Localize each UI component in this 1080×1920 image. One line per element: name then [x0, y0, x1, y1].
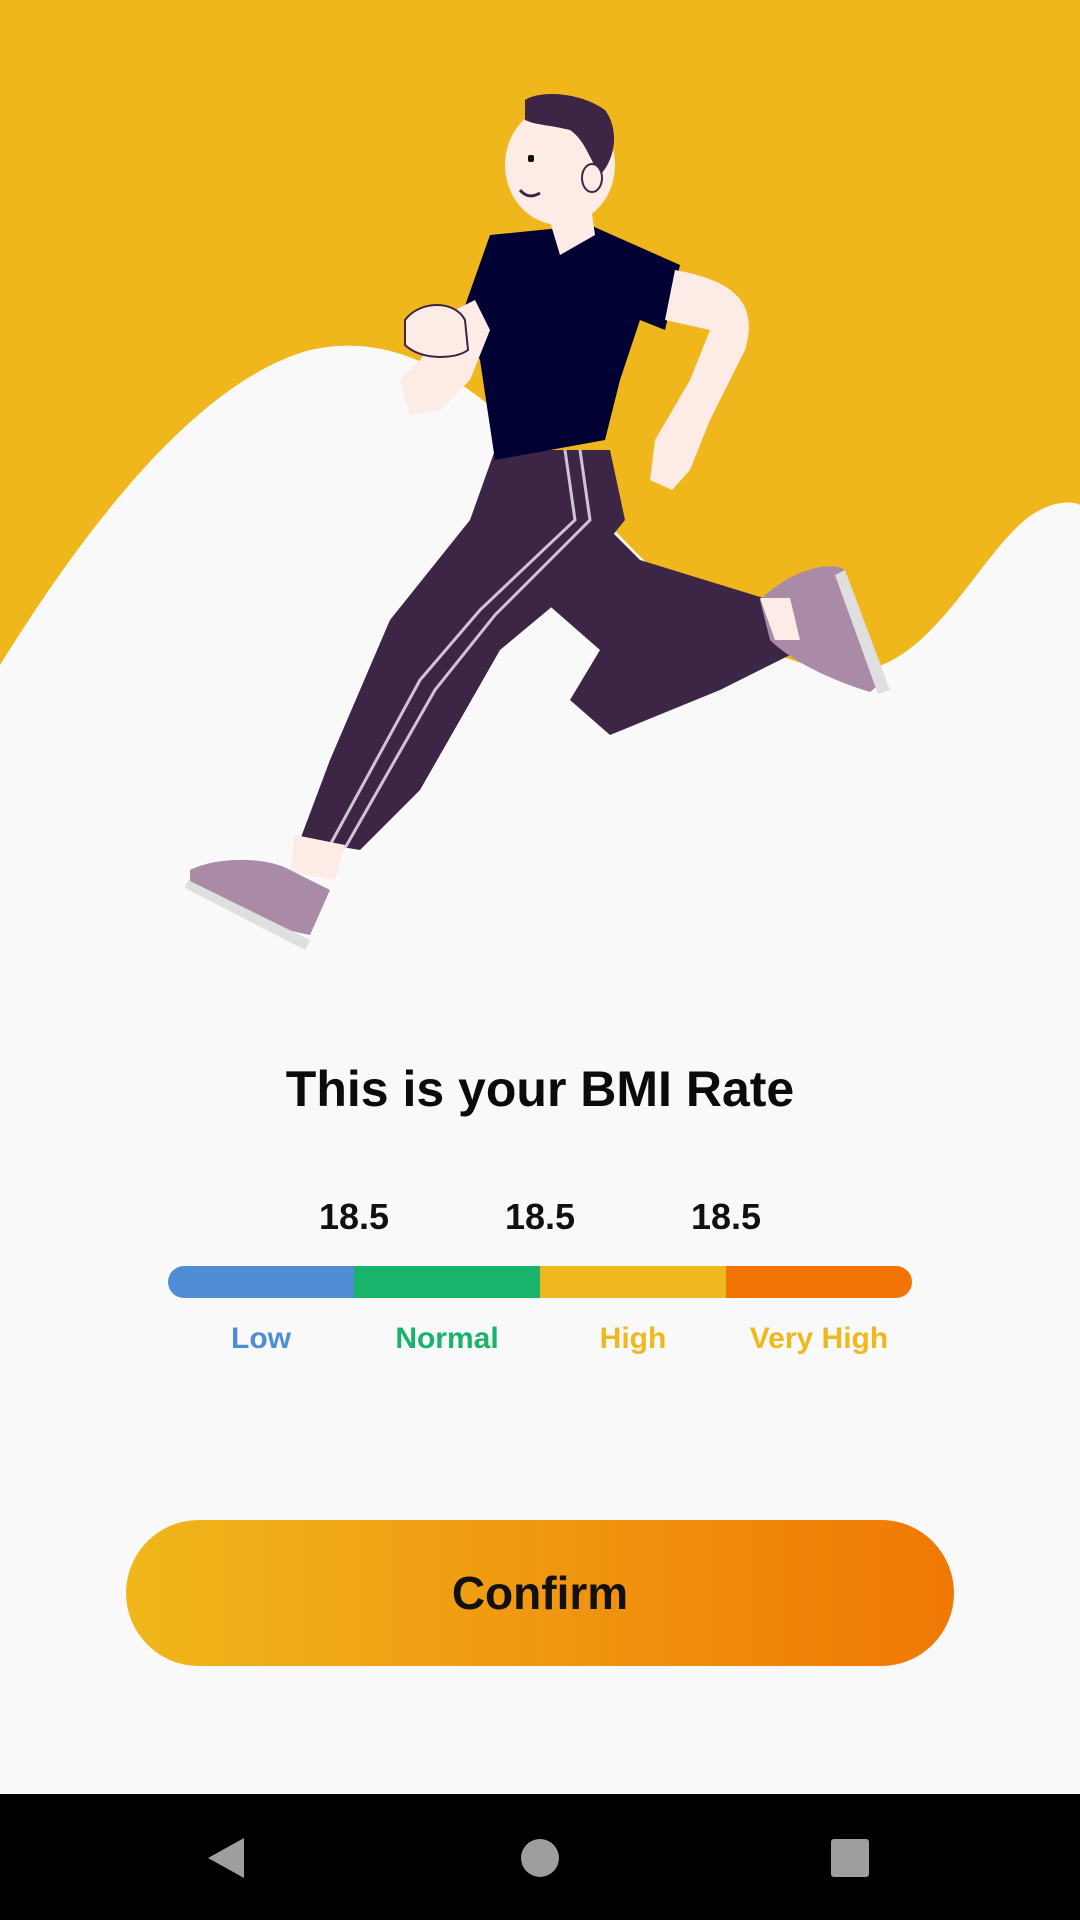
bmi-segment-normal	[354, 1266, 540, 1298]
bmi-label-very-high: Very High	[749, 1322, 889, 1355]
bmi-threshold-low-normal: 18.5	[318, 1196, 390, 1237]
bmi-threshold-normal-high: 18.5	[504, 1196, 576, 1237]
bmi-scale-bar	[168, 1266, 912, 1298]
bmi-category-labels: Low Normal High Very High	[168, 1322, 912, 1356]
bmi-label-low: Low	[231, 1322, 291, 1355]
bmi-label-high: High	[599, 1322, 667, 1355]
recents-button[interactable]	[820, 1828, 880, 1888]
back-triangle-icon	[208, 1838, 244, 1878]
bmi-threshold-high-veryhigh: 18.5	[690, 1196, 762, 1237]
bmi-segment-high	[540, 1266, 726, 1298]
confirm-button[interactable]: Confirm	[126, 1520, 954, 1666]
home-button[interactable]	[510, 1828, 570, 1888]
home-circle-icon	[521, 1839, 559, 1877]
back-button[interactable]	[196, 1828, 256, 1888]
running-man-illustration	[0, 0, 1080, 960]
page-title: This is your BMI Rate	[285, 1061, 795, 1117]
bmi-label-normal: Normal	[395, 1322, 499, 1355]
recents-square-icon	[831, 1839, 869, 1877]
hero-illustration	[0, 0, 1080, 960]
bmi-result-screen: This is your BMI Rate 18.5 18.5 18.5 Low…	[0, 0, 1080, 1920]
bmi-segment-low	[168, 1266, 354, 1298]
bmi-threshold-values: 18.5 18.5 18.5	[0, 1196, 1080, 1246]
system-navigation-bar	[0, 1794, 1080, 1920]
bmi-segment-very-high	[726, 1266, 912, 1298]
